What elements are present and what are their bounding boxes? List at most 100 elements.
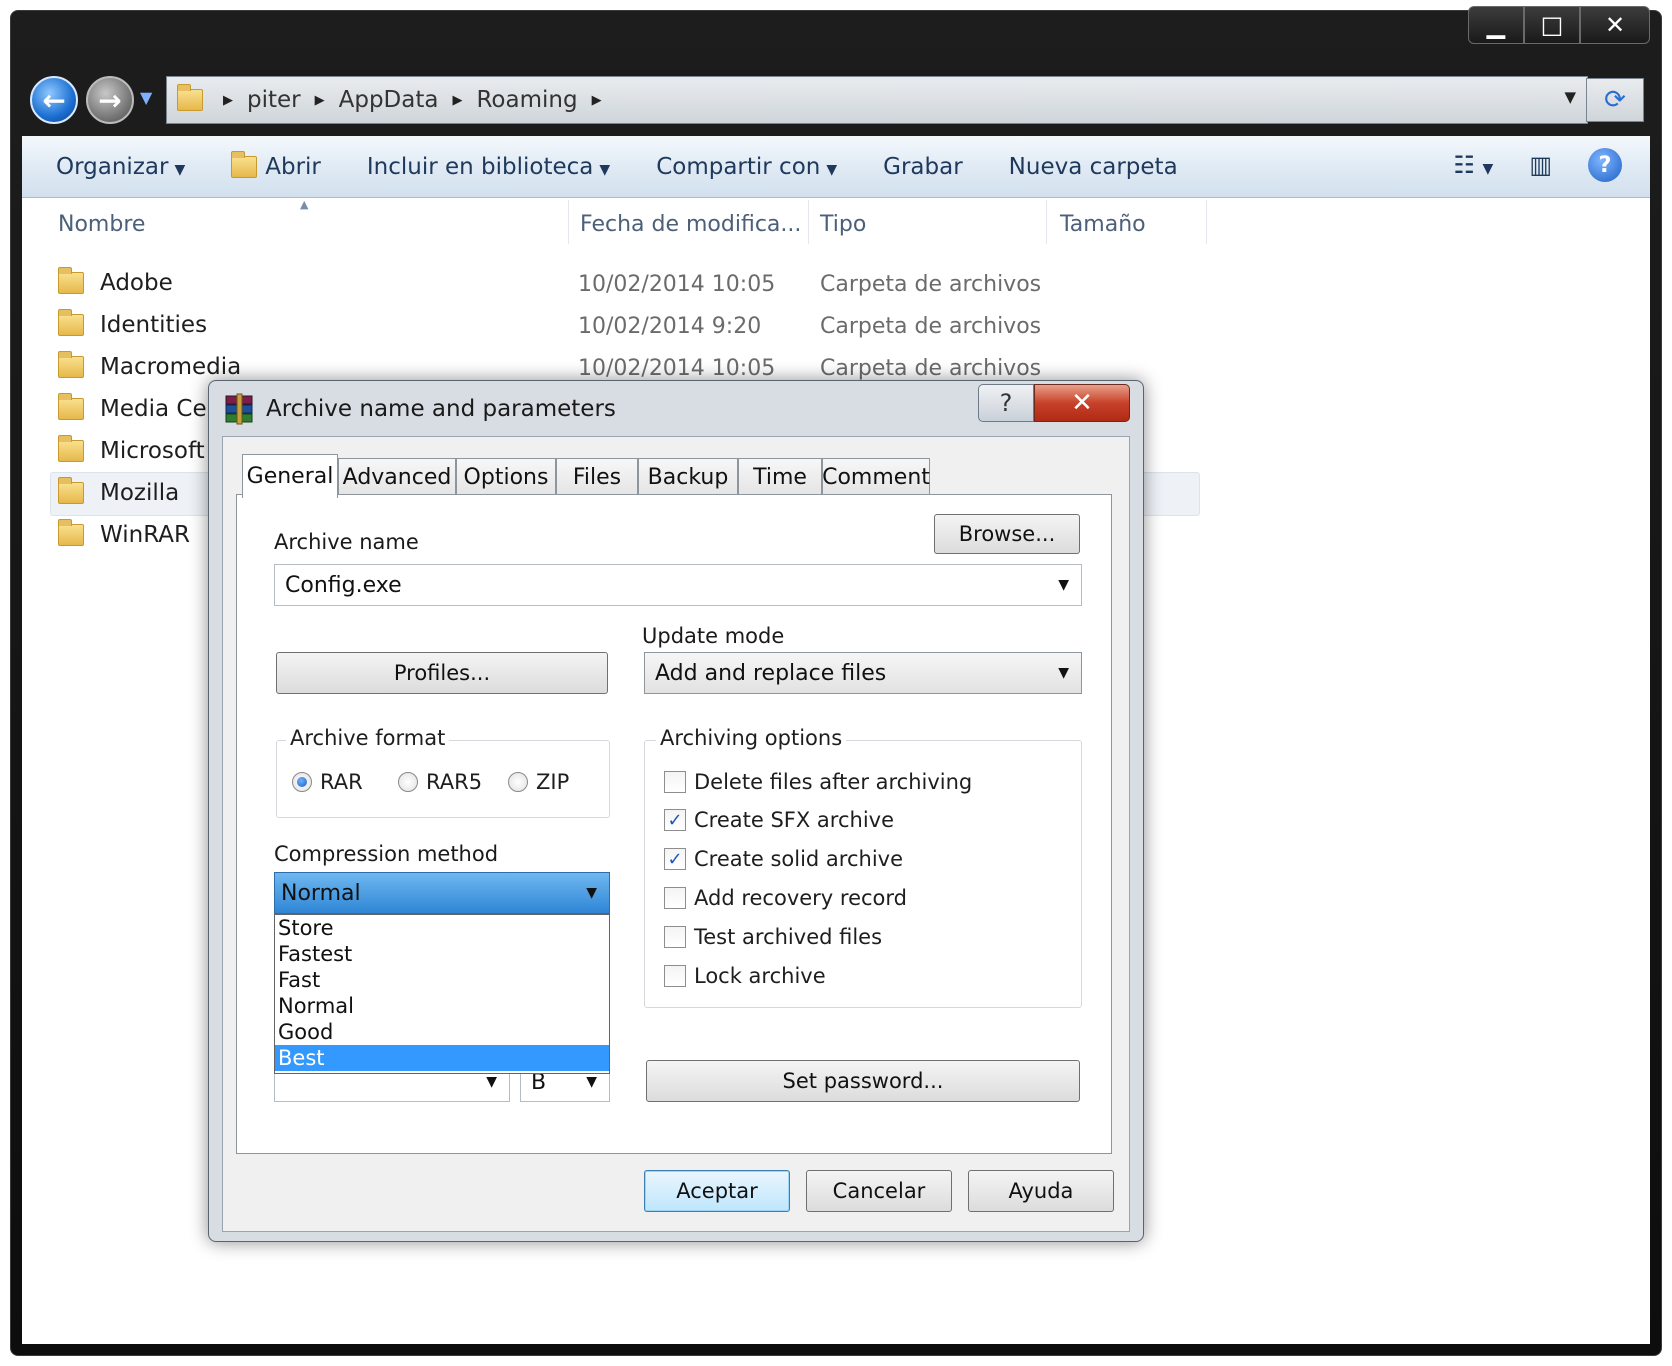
tab-comment[interactable]: Comment — [822, 458, 930, 496]
chevron-down-icon[interactable]: ▼ — [586, 1074, 597, 1090]
chevron-down-icon[interactable]: ▼ — [1058, 577, 1069, 593]
checkmark-icon[interactable]: ✓ — [664, 848, 686, 870]
dialog-help-button[interactable]: ? — [978, 384, 1034, 422]
checkbox-create-sfx[interactable]: ✓ Create SFX archive — [664, 802, 894, 838]
column-divider[interactable] — [568, 200, 569, 244]
checkbox-unchecked-icon[interactable] — [664, 965, 686, 987]
view-options-icon[interactable]: ☷ ▼ — [1453, 151, 1493, 179]
checkmark-icon[interactable]: ✓ — [664, 809, 686, 831]
chevron-down-icon[interactable]: ▼ — [486, 1074, 497, 1090]
checkbox-label: Create SFX archive — [694, 808, 895, 832]
compression-method-select[interactable]: Normal ▼ — [274, 872, 610, 914]
checkbox-create-solid[interactable]: ✓ Create solid archive — [664, 841, 903, 877]
column-divider[interactable] — [1206, 200, 1207, 244]
checkbox-recovery-record[interactable]: Add recovery record — [664, 880, 907, 916]
back-arrow-icon[interactable]: ← — [30, 76, 78, 124]
archive-name-combo[interactable]: Config.exe ▼ — [274, 564, 1082, 606]
radio-rar[interactable]: RAR — [292, 764, 363, 800]
tab-options[interactable]: Options — [456, 458, 556, 496]
cancel-button[interactable]: Cancelar — [806, 1170, 952, 1212]
radio-selected-icon[interactable] — [292, 772, 312, 792]
open-button[interactable]: Abrir — [217, 151, 335, 180]
address-bar[interactable]: ▶ piter ▶ AppData ▶ Roaming ▶ — [166, 76, 1588, 124]
folder-icon — [58, 351, 84, 378]
include-library-button[interactable]: Incluir en biblioteca ▼ — [353, 154, 624, 180]
update-mode-label: Update mode — [642, 624, 785, 648]
checkbox-unchecked-icon[interactable] — [664, 887, 686, 909]
share-with-button[interactable]: Compartir con ▼ — [642, 154, 851, 180]
close-window-button[interactable]: ✕ — [1580, 6, 1650, 44]
ok-button[interactable]: Aceptar — [644, 1170, 790, 1212]
dialog-close-button[interactable]: ✕ — [1034, 384, 1130, 422]
checkbox-test-files[interactable]: Test archived files — [664, 919, 882, 955]
breadcrumb-separator-icon[interactable]: ▶ — [219, 93, 237, 108]
list-item-selected[interactable]: Best — [275, 1045, 609, 1071]
breadcrumb-piter[interactable]: piter — [237, 87, 311, 113]
checkbox-label: Add recovery record — [694, 886, 907, 910]
minimize-button[interactable]: ▁ — [1468, 6, 1524, 44]
checkbox-unchecked-icon[interactable] — [664, 771, 686, 793]
chevron-down-icon[interactable]: ▼ — [1058, 665, 1069, 681]
radio-icon[interactable] — [508, 772, 528, 792]
breadcrumb-separator-icon[interactable]: ▶ — [448, 93, 466, 108]
table-row[interactable]: Mozilla — [58, 473, 179, 513]
preview-pane-icon[interactable]: ▥ — [1529, 151, 1552, 179]
archiving-options-label: Archiving options — [656, 726, 847, 750]
chevron-down-icon[interactable]: ▼ — [586, 885, 597, 901]
refresh-icon[interactable]: ⟳ — [1586, 78, 1644, 122]
radio-zip[interactable]: ZIP — [508, 764, 569, 800]
tab-time[interactable]: Time — [738, 458, 822, 496]
breadcrumb-separator-icon[interactable]: ▶ — [311, 93, 329, 108]
archive-format-label: Archive format — [286, 726, 450, 750]
checkbox-delete-files[interactable]: Delete files after archiving — [664, 764, 972, 800]
radio-rar5[interactable]: RAR5 — [398, 764, 482, 800]
list-item[interactable]: Fastest — [275, 941, 609, 967]
table-row[interactable]: Media Cer — [58, 389, 216, 429]
checkbox-label: Lock archive — [694, 964, 826, 988]
radio-zip-label: ZIP — [536, 770, 570, 794]
list-item[interactable]: Store — [275, 915, 609, 941]
column-header-name[interactable]: Nombre — [58, 212, 145, 237]
column-header-date[interactable]: Fecha de modifica... — [580, 212, 801, 237]
column-header-size[interactable]: Tamaño — [1060, 212, 1146, 237]
breadcrumb-appdata[interactable]: AppData — [329, 87, 449, 113]
open-folder-icon — [231, 151, 258, 178]
file-name: Adobe — [100, 270, 173, 296]
tab-backup[interactable]: Backup — [638, 458, 738, 496]
maximize-button[interactable]: □ — [1524, 6, 1580, 44]
checkbox-unchecked-icon[interactable] — [664, 926, 686, 948]
new-folder-button[interactable]: Nueva carpeta — [995, 154, 1192, 180]
table-row[interactable]: WinRAR — [58, 515, 190, 555]
browse-button[interactable]: Browse... — [934, 514, 1080, 554]
table-row[interactable]: Adobe — [58, 263, 173, 303]
tab-advanced[interactable]: Advanced — [338, 458, 456, 496]
tab-general[interactable]: General — [242, 454, 338, 498]
profiles-button[interactable]: Profiles... — [276, 652, 608, 694]
folder-icon — [58, 477, 84, 504]
winrar-books-icon — [225, 393, 253, 425]
breadcrumb-separator-icon[interactable]: ▶ — [588, 93, 606, 108]
set-password-button[interactable]: Set password... — [646, 1060, 1080, 1102]
burn-button[interactable]: Grabar — [869, 154, 977, 180]
checkbox-lock-archive[interactable]: Lock archive — [664, 958, 826, 994]
update-mode-select[interactable]: Add and replace files ▼ — [644, 652, 1082, 694]
breadcrumb-roaming[interactable]: Roaming — [466, 87, 587, 113]
history-dropdown-icon[interactable]: ▼ — [140, 88, 152, 107]
help-button[interactable]: Ayuda — [968, 1170, 1114, 1212]
list-item[interactable]: Good — [275, 1019, 609, 1045]
organize-button[interactable]: Organizar ▼ — [42, 154, 199, 180]
file-name: Mozilla — [100, 480, 180, 506]
list-item[interactable]: Normal — [275, 993, 609, 1019]
column-divider[interactable] — [808, 200, 809, 244]
column-header-type[interactable]: Tipo — [820, 212, 866, 237]
radio-icon[interactable] — [398, 772, 418, 792]
include-library-label: Incluir en biblioteca — [366, 153, 594, 180]
help-icon[interactable]: ? — [1588, 148, 1622, 182]
column-divider[interactable] — [1046, 200, 1047, 244]
forward-arrow-icon[interactable]: → — [86, 76, 134, 124]
table-row[interactable]: Identities — [58, 305, 207, 345]
table-row[interactable]: Microsoft — [58, 431, 205, 471]
address-dropdown-icon[interactable]: ▼ — [1564, 88, 1576, 106]
list-item[interactable]: Fast — [275, 967, 609, 993]
tab-files[interactable]: Files — [556, 458, 638, 496]
